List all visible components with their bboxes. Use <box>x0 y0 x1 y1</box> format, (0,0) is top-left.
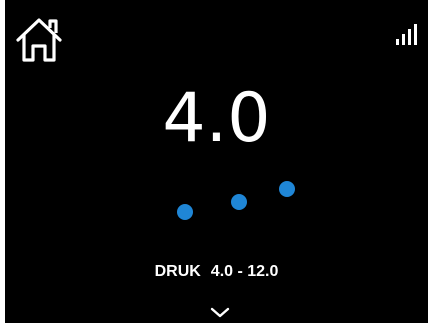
signal-strength-indicator <box>396 24 420 46</box>
range-label: DRUK <box>154 263 201 280</box>
range-values: 4.0 - 12.0 <box>210 263 279 280</box>
home-icon <box>16 18 62 62</box>
signal-strength-icon <box>396 24 417 45</box>
home-button[interactable] <box>14 17 64 63</box>
thermostat-screen: 4.0 DRUK 4.0 - 12.0 <box>5 0 428 323</box>
indicator-dot-3[interactable] <box>279 181 295 197</box>
indicator-dot-2[interactable] <box>231 194 247 210</box>
indicator-dot-1[interactable] <box>177 204 193 220</box>
current-value-display: 4.0 <box>162 79 271 158</box>
scroll-down-button[interactable] <box>209 305 231 319</box>
pressure-range: DRUK 4.0 - 12.0 <box>5 260 428 284</box>
chevron-down-icon <box>210 307 230 318</box>
